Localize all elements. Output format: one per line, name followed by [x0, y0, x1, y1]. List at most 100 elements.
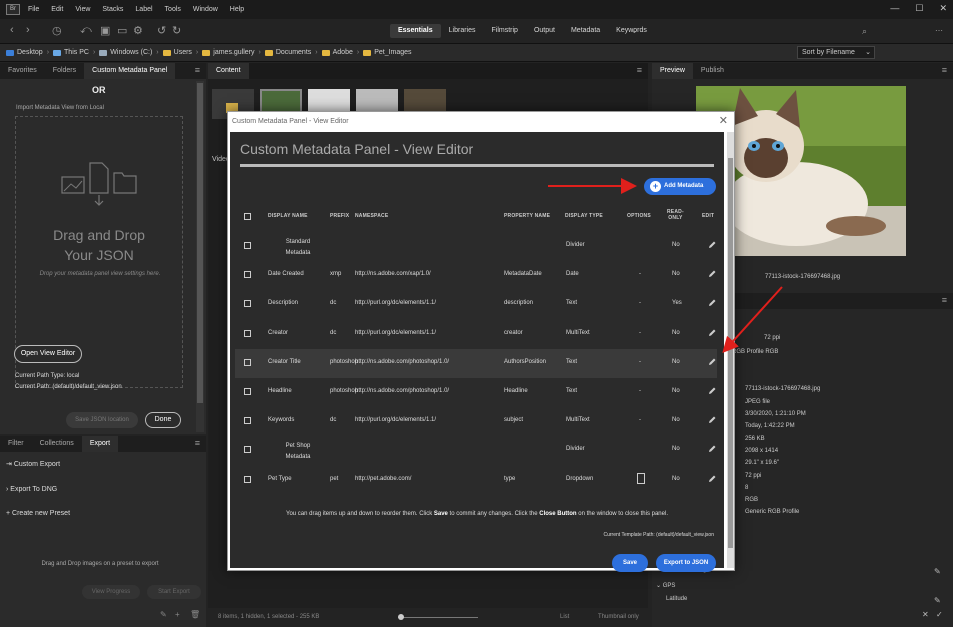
workspace-essentials[interactable]: Essentials [390, 24, 441, 38]
boomerang-icon[interactable]: ⤺ [80, 24, 92, 37]
tab-export[interactable]: Export [81, 436, 119, 452]
add-icon[interactable]: + [175, 610, 180, 619]
tab-custom-metadata-panel[interactable]: Custom Metadata Panel [84, 63, 176, 79]
tab-collections[interactable]: Collections [32, 436, 82, 452]
workspace-metadata[interactable]: Metadata [563, 24, 608, 38]
tab-filter[interactable]: Filter [0, 436, 32, 452]
edit-pencil-icon[interactable] [707, 386, 717, 396]
zoom-slider[interactable] [398, 614, 478, 620]
table-row[interactable]: Pet Type pet http://pet.adobe.com/type Drop… [235, 466, 717, 495]
export-json-button[interactable]: Export to JSON [656, 554, 716, 572]
rotate-left-icon[interactable]: ↺ [157, 24, 166, 37]
camera-icon[interactable]: ▣ [100, 24, 110, 37]
delete-icon[interactable]: 🗑 [190, 610, 200, 619]
done-button[interactable]: Done [145, 412, 181, 428]
cancel-icon[interactable]: ✕ [922, 610, 929, 619]
rotate-right-icon[interactable]: ↻ [172, 24, 181, 37]
crumb-this-pc[interactable]: This PC [53, 49, 89, 56]
open-view-editor-button[interactable]: Open View Editor [14, 345, 82, 363]
recent-icon[interactable]: ◷ [52, 24, 62, 37]
crumb-windows-c[interactable]: Windows (C:) [99, 49, 152, 56]
menu-tools[interactable]: Tools [165, 6, 181, 13]
tab-preview[interactable]: Preview [652, 63, 693, 79]
table-row[interactable]: Description dc http://purl.org/dc/elements… [235, 290, 717, 319]
save-button[interactable]: Save [612, 554, 648, 572]
menu-file[interactable]: File [28, 6, 39, 13]
save-json-location-button[interactable]: Save JSON location [66, 412, 138, 428]
export-dng[interactable]: › Export To DNG [6, 486, 57, 493]
crumb-users[interactable]: Users [162, 49, 192, 56]
edit-pencil-icon[interactable] [707, 357, 717, 367]
edit-icon[interactable]: ✎ [934, 596, 941, 605]
crumb-documents[interactable]: Documents [264, 49, 311, 56]
table-row[interactable]: Date Created xmp http://ns.adobe.com/xap/1… [235, 261, 717, 290]
back-icon[interactable]: ‹ [10, 24, 14, 36]
table-row[interactable]: Creator dc http://purl.org/dc/elements/1.1… [235, 320, 717, 349]
refine-icon[interactable]: ▭ [117, 24, 127, 37]
scrollbar[interactable] [196, 81, 204, 432]
row-checkbox[interactable] [244, 358, 251, 366]
crumb-desktop[interactable]: Desktop [6, 49, 43, 56]
add-metadata-button[interactable]: + Add Metadata [644, 178, 716, 195]
edit-pencil-icon[interactable] [707, 474, 717, 484]
edit-pencil-icon[interactable] [707, 444, 717, 454]
workspace-filmstrip[interactable]: Filmstrip [484, 24, 526, 38]
workspace-keywords[interactable]: Keywords [608, 24, 655, 38]
workspace-output[interactable]: Output [526, 24, 563, 38]
edit-pencil-icon[interactable] [707, 328, 717, 338]
table-row[interactable]: Pet Shop Metadata Divider No [235, 436, 717, 465]
row-checkbox[interactable] [244, 417, 251, 425]
preview-menu-icon[interactable]: ≡ [942, 65, 947, 75]
workspace-libraries[interactable]: Libraries [441, 24, 484, 38]
help-icon[interactable]: ⋯ [935, 26, 943, 35]
view-progress-button[interactable]: View Progress [82, 585, 140, 599]
edit-pencil-icon[interactable] [707, 415, 717, 425]
tab-favorites[interactable]: Favorites [0, 63, 45, 79]
create-preset[interactable]: + Create new Preset [6, 510, 70, 517]
edit-icon[interactable]: ✎ [160, 610, 167, 619]
tab-content[interactable]: Content [208, 63, 249, 79]
crumb-adobe[interactable]: Adobe [321, 49, 353, 56]
meta-gps-section[interactable]: ⌄ GPS [656, 582, 675, 589]
export-menu-icon[interactable]: ≡ [195, 438, 200, 448]
confirm-icon[interactable]: ✓ [936, 610, 943, 619]
menu-help[interactable]: Help [230, 6, 244, 13]
minimize-icon[interactable]: — [890, 3, 899, 14]
sort-dropdown[interactable]: Sort by Filename ⌄ [797, 46, 875, 59]
edit-icon[interactable]: ✎ [934, 567, 941, 576]
row-checkbox[interactable] [244, 475, 251, 483]
options-list-icon[interactable] [637, 472, 645, 484]
export-custom[interactable]: ⇥ Custom Export [6, 460, 60, 468]
menu-edit[interactable]: Edit [51, 6, 63, 13]
menu-window[interactable]: Window [193, 6, 218, 13]
table-row[interactable]: Headline photoshop http://ns.adobe.com/pho… [235, 378, 717, 407]
list-view-toggle[interactable]: List [560, 614, 569, 620]
dialog-scrollbar[interactable] [727, 132, 734, 568]
row-checkbox[interactable] [244, 446, 251, 454]
start-export-button[interactable]: Start Export [147, 585, 201, 599]
tab-folders[interactable]: Folders [45, 63, 84, 79]
row-checkbox[interactable] [244, 329, 251, 337]
edit-pencil-icon[interactable] [707, 269, 717, 279]
thumbnail-only-toggle[interactable]: Thumbnail only [598, 614, 639, 620]
metadata-menu-icon[interactable]: ≡ [942, 295, 947, 305]
row-checkbox[interactable] [244, 271, 251, 279]
edit-pencil-icon[interactable] [707, 298, 717, 308]
row-checkbox[interactable] [244, 300, 251, 308]
settings-icon[interactable]: ⚙ [133, 24, 143, 37]
table-row[interactable]: Keywords dc http://purl.org/dc/elements/1.… [235, 407, 717, 436]
table-row[interactable]: Standard Metadata Divider No [235, 232, 717, 261]
tab-publish[interactable]: Publish [693, 63, 732, 79]
close-window-icon[interactable]: ✕ [939, 3, 947, 14]
select-all-checkbox[interactable] [244, 213, 251, 220]
row-checkbox[interactable] [244, 388, 251, 395]
crumb-user[interactable]: james.gullery [202, 49, 255, 56]
menu-stacks[interactable]: Stacks [102, 6, 123, 13]
menu-label[interactable]: Label [135, 6, 152, 13]
forward-icon[interactable]: › [26, 24, 30, 36]
panel-menu-icon[interactable]: ≡ [195, 65, 200, 75]
crumb-pet-images[interactable]: Pet_Images [363, 49, 412, 56]
maximize-icon[interactable]: ☐ [915, 3, 923, 14]
row-checkbox[interactable] [244, 242, 251, 249]
search-icon[interactable]: ⌕ [862, 26, 867, 37]
